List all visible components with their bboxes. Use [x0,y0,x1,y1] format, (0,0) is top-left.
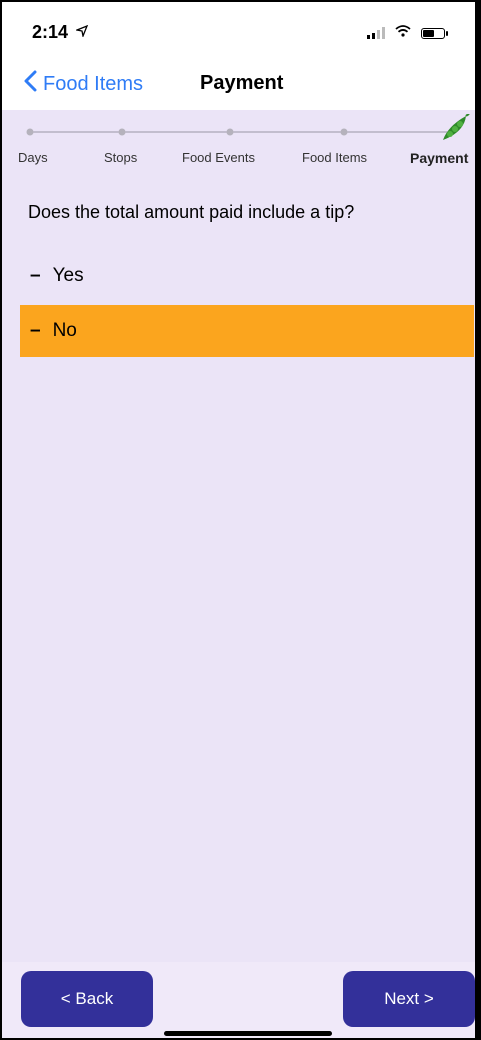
next-button[interactable]: Next > [343,971,475,1027]
step-food-events[interactable]: Food Events [182,150,255,165]
step-dot-days [26,128,34,136]
step-payment[interactable]: Payment [410,150,468,166]
option-dash: – [30,265,41,286]
step-stops[interactable]: Stops [104,150,137,165]
status-bar: 2:14 [2,2,475,58]
option-yes[interactable]: – Yes [20,250,474,302]
option-no[interactable]: – No [20,305,474,357]
wifi-icon [395,24,411,42]
pea-pod-icon [440,113,470,149]
progress-stepper: Days Stops Food Events Food Items Paymen… [2,110,475,176]
status-indicators [367,24,448,42]
question-text: Does the total amount paid include a tip… [28,202,355,222]
home-indicator[interactable] [164,1031,332,1036]
step-food-items[interactable]: Food Items [302,150,367,165]
progress-track [26,128,448,136]
nav-back-label: Food Items [43,72,144,95]
battery-icon [421,27,448,39]
step-dot-food-items [340,128,348,136]
location-arrow-icon [74,24,89,42]
nav-back-button[interactable]: Food Items [24,70,143,98]
navigation-bar: Food Items Payment [2,58,475,110]
footer-bar: < Back Next > [2,962,475,1038]
option-label: Yes [52,265,84,286]
chevron-left-icon [24,70,37,98]
signal-icon [367,27,385,39]
option-label: No [52,320,77,341]
app-screen: 2:14 Food Items Payment Days Stops Food … [0,0,481,1040]
step-days[interactable]: Days [18,150,48,165]
step-dot-stops [118,128,126,136]
page-title: Payment [200,72,284,94]
step-dot-food-events [226,128,234,136]
status-time: 2:14 [32,22,69,42]
option-dash: – [30,320,41,341]
back-button[interactable]: < Back [21,971,153,1027]
